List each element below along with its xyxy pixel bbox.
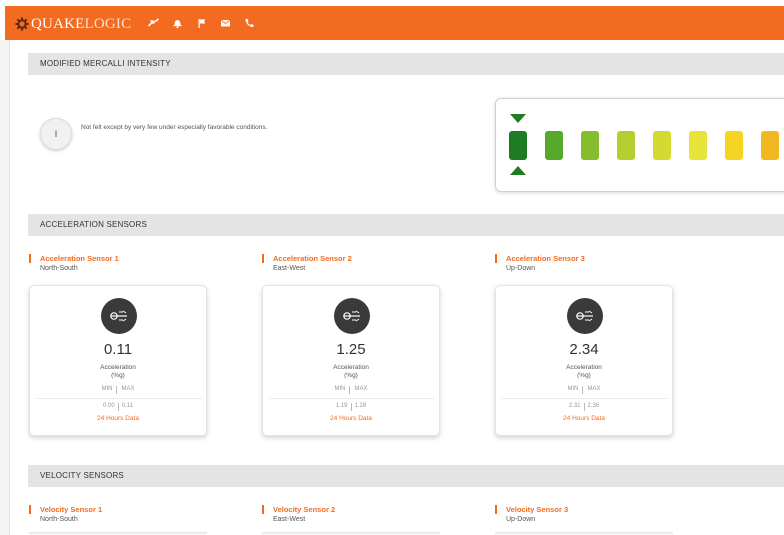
mmi-level-8-block — [761, 131, 779, 160]
mmi-section-title: MODIFIED MERCALLI INTENSITY — [40, 59, 171, 68]
24-hours-data-link[interactable]: 24 Hours Data — [30, 415, 206, 422]
card-divider — [269, 398, 435, 399]
24-hours-data-link[interactable]: 24 Hours Data — [263, 415, 439, 422]
sensor-icon-badge — [567, 298, 603, 334]
mmi-section-header: MODIFIED MERCALLI INTENSITY — [28, 53, 784, 75]
min-value: 1.19 — [335, 403, 348, 409]
sensor-icon — [343, 310, 360, 322]
24-hours-data-link[interactable]: 24 Hours Data — [496, 415, 672, 422]
min-max-values: 2.31 2.36 — [496, 403, 672, 411]
sensor-icon — [576, 310, 593, 322]
min-max-labels: MIN MAX — [263, 386, 439, 394]
selected-level-marker-bottom — [510, 166, 526, 175]
min-max-labels: MIN MAX — [496, 386, 672, 394]
acceleration-sensor-3-card[interactable]: 2.34 Acceleration (%g) MIN MAX 2.31 2.36… — [495, 285, 673, 436]
min-max-values: 1.19 1.28 — [263, 403, 439, 411]
min-max-labels: MIN MAX — [30, 386, 206, 394]
accent-bar — [262, 254, 264, 263]
phone-icon[interactable] — [243, 17, 256, 29]
mmi-level-1-block — [509, 131, 527, 160]
max-label: MAX — [354, 386, 368, 392]
mmi-description: Not felt except by very few under especi… — [81, 124, 268, 131]
sensor-icon-badge — [101, 298, 137, 334]
min-label: MIN — [101, 386, 113, 392]
mmi-scale-panel — [495, 98, 784, 192]
card-divider — [36, 398, 202, 399]
accent-bar — [29, 254, 31, 263]
flag-icon[interactable] — [195, 17, 208, 29]
velocity-sensor-3-heading: Velocity Sensor 3 Up-Down — [495, 505, 695, 527]
sensor-name: Acceleration Sensor 3 — [506, 254, 585, 263]
min-label: MIN — [567, 386, 579, 392]
max-label: MAX — [121, 386, 135, 392]
mmi-level-5-block — [653, 131, 671, 160]
sensor-axis: Up-Down — [506, 516, 536, 523]
sensor-unit: (%g) — [111, 372, 125, 379]
acceleration-sensor-1-card[interactable]: 0.11 Acceleration (%g) MIN MAX 0.00 0.11… — [29, 285, 207, 436]
sensor-name: Velocity Sensor 1 — [40, 505, 103, 514]
mmi-level-2-block — [545, 131, 563, 160]
sensor-axis: North-South — [40, 516, 78, 523]
accent-bar — [29, 505, 31, 514]
sensor-metric: Acceleration — [333, 364, 369, 371]
acceleration-section-header: ACCELERATION SENSORS — [28, 214, 784, 236]
mmi-level-value: I — [54, 129, 58, 139]
sensor-name: Velocity Sensor 3 — [506, 505, 569, 514]
sensor-name: Velocity Sensor 2 — [273, 505, 336, 514]
sensor-metric: Acceleration — [100, 364, 136, 371]
acceleration-sensor-2-heading: Acceleration Sensor 2 East-West — [262, 254, 462, 276]
velocity-section-title: VELOCITY SENSORS — [40, 471, 124, 480]
sensor-value: 1.25 — [336, 341, 366, 358]
brand-name-secondary: LOGIC — [84, 15, 132, 32]
sensor-icon-badge — [334, 298, 370, 334]
velocity-section-header: VELOCITY SENSORS — [28, 465, 784, 487]
max-value: 2.36 — [587, 403, 600, 409]
min-value: 0.00 — [103, 403, 115, 409]
max-value: 1.28 — [354, 403, 367, 409]
mmi-level-badge: I — [40, 118, 72, 150]
sensor-unit: (%g) — [344, 372, 358, 379]
sensor-axis: North-South — [40, 265, 78, 272]
acceleration-sensor-1-heading: Acceleration Sensor 1 North-South — [29, 254, 229, 276]
sensor-icon — [110, 310, 127, 322]
sensor-name: Acceleration Sensor 2 — [273, 254, 352, 263]
left-sidebar-rail — [0, 40, 10, 535]
velocity-sensor-2-heading: Velocity Sensor 2 East-West — [262, 505, 462, 527]
brand-name-primary: QUAKE — [31, 15, 85, 32]
sensor-axis: East-West — [273, 516, 306, 523]
min-value: 2.31 — [568, 403, 581, 409]
mmi-level-3-block — [581, 131, 599, 160]
mmi-scale-graphic — [509, 114, 779, 175]
sensor-value: 0.11 — [103, 341, 133, 358]
accent-bar — [495, 254, 497, 263]
min-max-values: 0.00 0.11 — [30, 403, 206, 411]
sensor-metric: Acceleration — [566, 364, 602, 371]
sensor-name: Acceleration Sensor 1 — [40, 254, 119, 263]
mmi-level-7-block — [725, 131, 743, 160]
mmi-level-6-block — [689, 131, 707, 160]
acceleration-sensor-2-card[interactable]: 1.25 Acceleration (%g) MIN MAX 1.19 1.28… — [262, 285, 440, 436]
header-icon-bar — [147, 17, 256, 29]
brand-logo[interactable]: QUAKE LOGIC — [15, 15, 131, 33]
mail-icon[interactable] — [219, 17, 232, 29]
gear-logo-icon — [15, 17, 29, 31]
accent-bar — [495, 505, 497, 514]
top-bar: QUAKE LOGIC — [5, 6, 784, 40]
share-icon[interactable] — [147, 17, 160, 29]
selected-level-marker-top — [510, 114, 526, 123]
acceleration-sensor-3-heading: Acceleration Sensor 3 Up-Down — [495, 254, 695, 276]
card-divider — [502, 398, 668, 399]
bell-icon[interactable] — [171, 17, 184, 29]
max-label: MAX — [587, 386, 601, 392]
sensor-value: 2.34 — [569, 341, 599, 358]
acceleration-section-title: ACCELERATION SENSORS — [40, 220, 147, 229]
velocity-sensor-1-heading: Velocity Sensor 1 North-South — [29, 505, 229, 527]
mmi-level-4-block — [617, 131, 635, 160]
max-value: 0.11 — [121, 403, 133, 409]
min-label: MIN — [334, 386, 346, 392]
sensor-axis: Up-Down — [506, 265, 536, 272]
accent-bar — [262, 505, 264, 514]
sensor-unit: (%g) — [577, 372, 591, 379]
sensor-axis: East-West — [273, 265, 306, 272]
